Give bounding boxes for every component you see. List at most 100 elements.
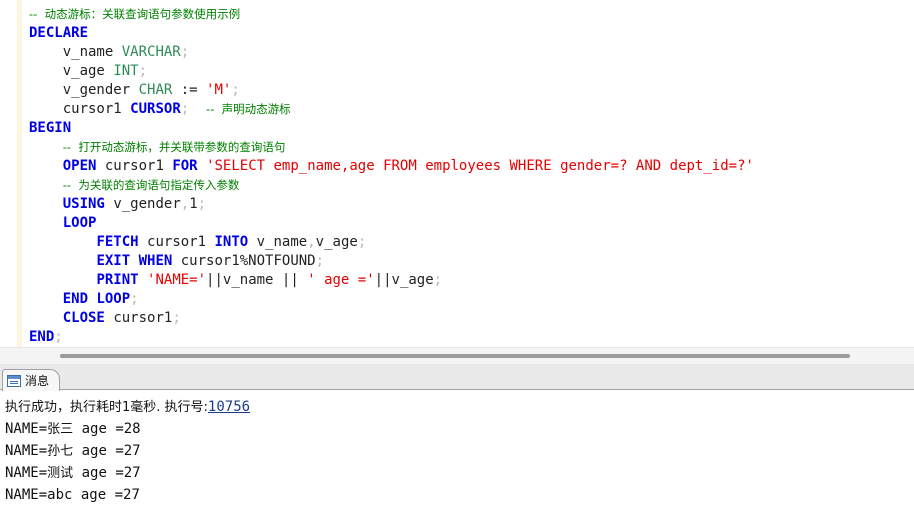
message-window-icon	[7, 374, 21, 387]
result-line: NAME=abc age =27	[5, 484, 914, 506]
editor-gutter	[0, 0, 22, 347]
keyword: LOOP	[96, 291, 131, 307]
code-line: v_age INT;	[29, 62, 914, 81]
punctuation: ;	[315, 253, 325, 269]
code-line: LOOP	[29, 214, 914, 233]
identifier: cursor1	[104, 158, 164, 174]
keyword: DECLARE	[29, 25, 89, 41]
operator: ||	[374, 272, 392, 288]
identifier: cursor1	[113, 310, 173, 326]
keyword: END	[29, 329, 55, 345]
comment: -- 打开动态游标，并关联带参数的查询语句	[62, 140, 286, 154]
comment: -- 为关联的查询语句指定传入参数	[62, 178, 240, 192]
result-rest: age =27	[73, 443, 141, 459]
result-prefix: NAME=	[5, 443, 48, 459]
status-text: 执行成功，执行耗时1毫秒. 执行号:	[5, 400, 208, 415]
scrollbar-thumb[interactable]	[60, 354, 850, 358]
keyword: END	[62, 291, 89, 307]
code-line: END LOOP;	[29, 290, 914, 309]
punctuation: ;	[54, 329, 63, 345]
identifier: cursor1%NOTFOUND	[180, 253, 316, 269]
identifier: v_gender	[113, 196, 181, 212]
result-rest: age =27	[73, 465, 141, 481]
horizontal-scrollbar[interactable]	[0, 347, 914, 364]
keyword: INTO	[214, 234, 249, 250]
identifier: v_name	[62, 44, 114, 60]
messages-panel: 执行成功，执行耗时1毫秒. 执行号:10756 NAME=张三 age =28 …	[0, 391, 914, 516]
code-line: EXIT WHEN cursor1%NOTFOUND;	[29, 252, 914, 271]
identifier: v_name	[256, 234, 308, 250]
code-line: -- 动态游标：关联查询语句参数使用示例	[29, 5, 914, 24]
punctuation: ;	[433, 272, 443, 288]
result-prefix: NAME=	[5, 487, 48, 503]
operator: ||	[206, 272, 223, 288]
result-line: NAME=孙七 age =27	[5, 440, 914, 462]
result-name: 孙七	[47, 444, 74, 459]
keyword: FETCH	[96, 234, 139, 250]
punctuation: ;	[138, 63, 148, 79]
code-line: DECLARE	[29, 24, 914, 43]
type: INT	[113, 63, 139, 79]
type: CHAR	[138, 82, 173, 98]
punctuation: ;	[172, 310, 181, 326]
code-line: v_name VARCHAR;	[29, 43, 914, 62]
string-literal: 'M'	[206, 82, 232, 98]
code-line: PRINT 'NAME='||v_name || ' age ='||v_age…	[29, 271, 914, 290]
result-prefix: NAME=	[5, 421, 48, 437]
keyword: FOR	[172, 158, 198, 174]
result-name: abc	[47, 487, 73, 503]
code-area[interactable]: -- 动态游标：关联查询语句参数使用示例 DECLARE v_name VARC…	[29, 5, 914, 347]
punctuation: ,	[180, 196, 190, 212]
code-line: FETCH cursor1 INTO v_name,v_age;	[29, 233, 914, 252]
keyword: LOOP	[62, 215, 97, 231]
result-prefix: NAME=	[5, 465, 48, 481]
punctuation: ,	[307, 234, 316, 250]
code-line: CLOSE cursor1;	[29, 309, 914, 328]
string-literal: ' age ='	[307, 272, 375, 288]
result-name: 张三	[47, 422, 74, 437]
code-line: END;	[29, 328, 914, 347]
punctuation: ;	[130, 291, 139, 307]
code-line: v_gender CHAR := 'M';	[29, 81, 914, 100]
punctuation: ;	[197, 196, 207, 212]
punctuation: ;	[357, 234, 367, 250]
result-rest: age =28	[73, 421, 141, 437]
tab-label: 消息	[25, 374, 50, 388]
keyword: USING	[62, 196, 105, 212]
tab-messages[interactable]: 消息	[2, 369, 60, 391]
identifier: v_age	[391, 272, 434, 288]
identifier: v_name	[222, 272, 274, 288]
comment: -- 声明动态游标	[206, 102, 291, 116]
identifier: cursor1	[62, 101, 122, 117]
keyword: WHEN	[138, 253, 173, 269]
operator: ||	[281, 272, 299, 288]
identifier: v_age	[62, 63, 105, 79]
string-literal: 'SELECT emp_name,age FROM employees WHER…	[206, 158, 754, 174]
status-line: 执行成功，执行耗时1毫秒. 执行号:10756	[5, 396, 914, 418]
sql-editor[interactable]: -- 动态游标：关联查询语句参数使用示例 DECLARE v_name VARC…	[0, 0, 914, 347]
keyword: PRINT	[96, 272, 139, 288]
comment: -- 动态游标：关联查询语句参数使用示例	[29, 7, 241, 21]
execution-number-link[interactable]: 10756	[208, 399, 250, 415]
keyword: CLOSE	[62, 310, 105, 326]
code-line: cursor1 CURSOR; -- 声明动态游标	[29, 100, 914, 119]
gutter-highlight-bar	[17, 0, 22, 347]
result-line: NAME=测试 age =27	[5, 462, 914, 484]
punctuation: ;	[180, 44, 190, 60]
punctuation: ;	[231, 82, 240, 98]
keyword: BEGIN	[29, 120, 72, 136]
code-line: BEGIN	[29, 119, 914, 138]
results-tab-bar: 消息	[0, 364, 914, 391]
punctuation: ;	[180, 101, 190, 117]
type: VARCHAR	[121, 44, 181, 60]
operator: :=	[180, 82, 198, 98]
number: 1	[189, 196, 198, 212]
result-line: NAME=张三 age =28	[5, 418, 914, 440]
keyword: EXIT	[96, 253, 131, 269]
code-line: USING v_gender,1;	[29, 195, 914, 214]
code-line: OPEN cursor1 FOR 'SELECT emp_name,age FR…	[29, 157, 914, 176]
keyword: OPEN	[62, 158, 97, 174]
string-literal: 'NAME='	[147, 272, 207, 288]
code-line: -- 为关联的查询语句指定传入参数	[29, 176, 914, 195]
identifier: cursor1	[147, 234, 207, 250]
